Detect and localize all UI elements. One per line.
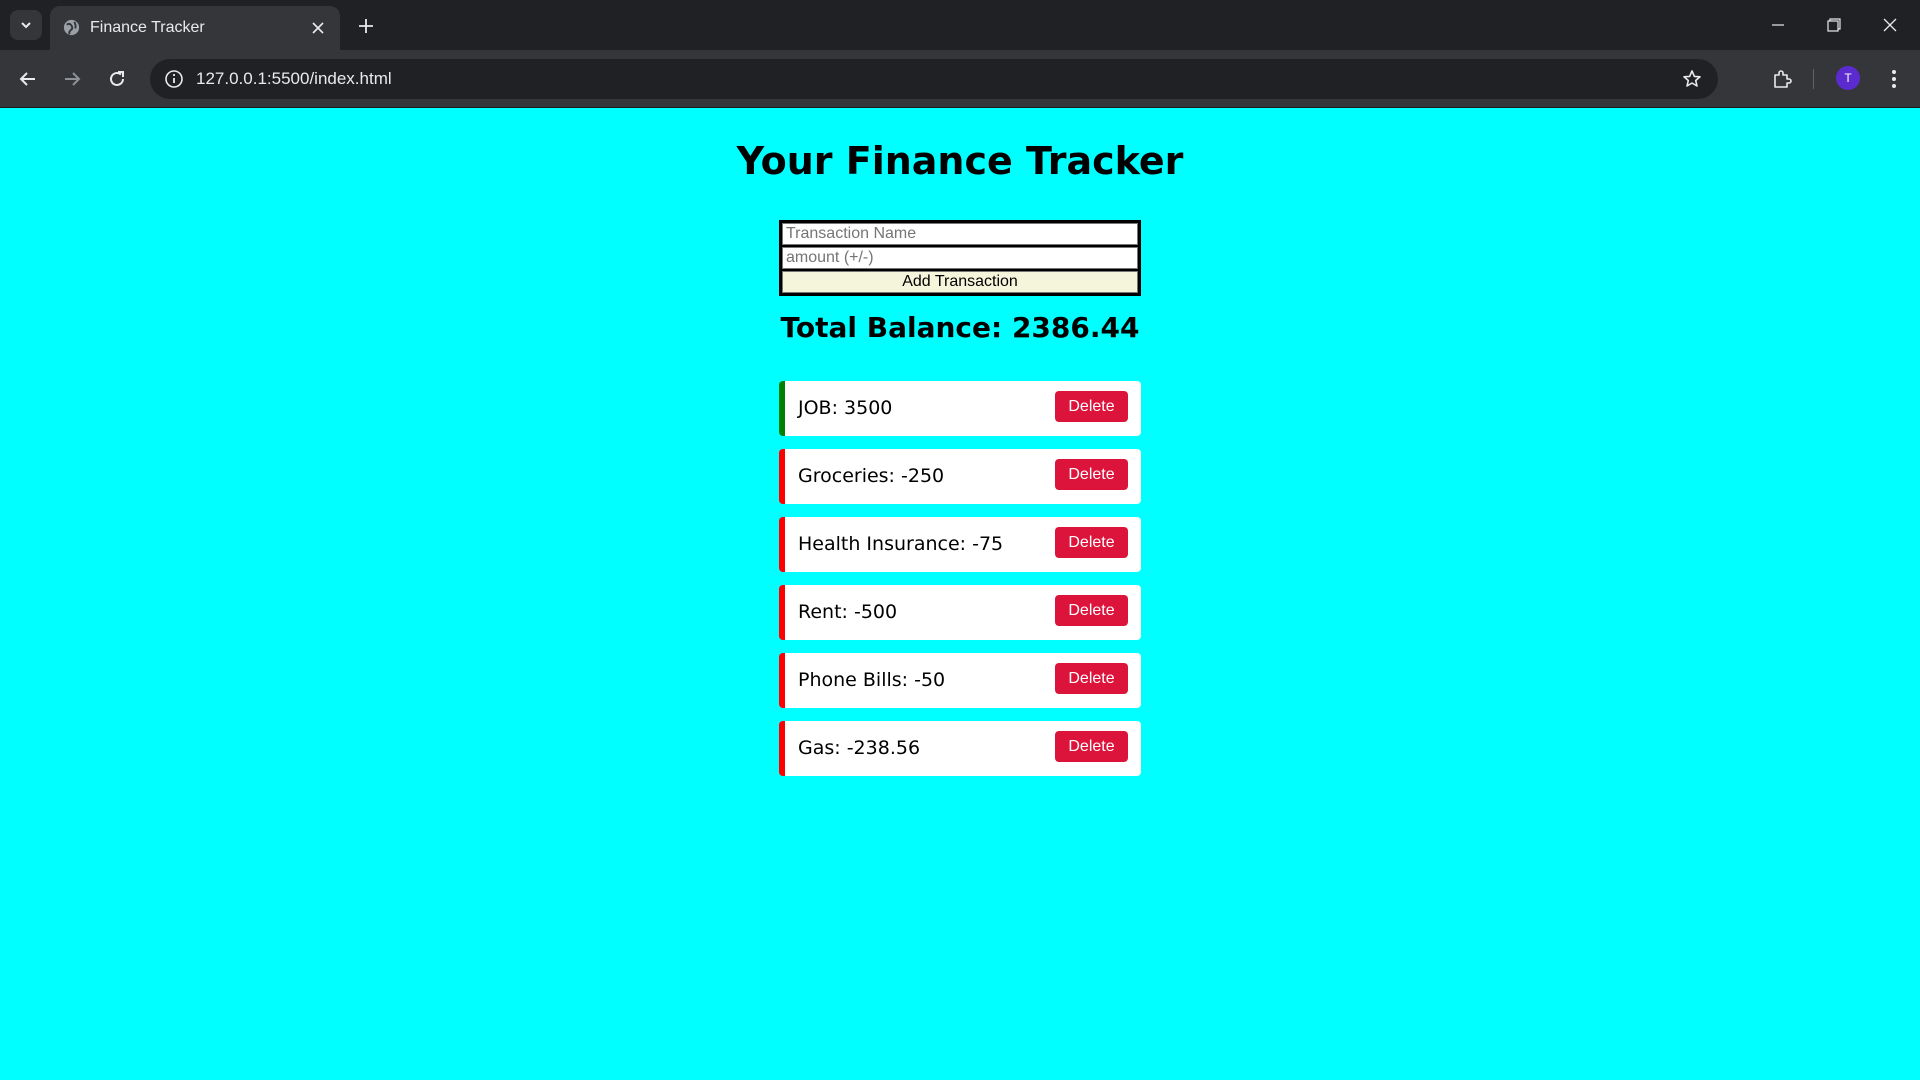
add-transaction-button[interactable]: Add Transaction [782, 271, 1138, 293]
amount-input[interactable] [782, 247, 1138, 269]
page-title: Your Finance Tracker [736, 139, 1184, 183]
back-button[interactable] [12, 63, 44, 95]
forward-icon [65, 72, 81, 86]
close-icon [1883, 18, 1897, 32]
delete-button[interactable]: Delete [1055, 731, 1128, 762]
delete-button[interactable]: Delete [1055, 663, 1128, 694]
delete-button[interactable]: Delete [1055, 595, 1128, 626]
delete-button[interactable]: Delete [1055, 391, 1128, 422]
restore-icon [1827, 18, 1841, 32]
profile-avatar[interactable]: T [1836, 66, 1860, 90]
new-tab-button[interactable] [352, 12, 380, 40]
extensions-icon [1774, 70, 1792, 88]
reload-button[interactable] [101, 63, 133, 95]
transaction-item: Health Insurance: -75 Delete [779, 517, 1141, 572]
transaction-item: Gas: -238.56 Delete [779, 721, 1141, 776]
globe-icon [63, 19, 80, 36]
tab-list-icon [21, 22, 31, 29]
site-info-icon [165, 70, 183, 88]
transaction-form: Add Transaction [779, 220, 1141, 296]
page-body: Your Finance Tracker Add Transaction Tot… [0, 109, 1920, 1080]
transaction-text: Gas: -238.56 [798, 737, 921, 759]
transaction-text: JOB: 3500 [798, 397, 893, 419]
forward-button[interactable] [56, 63, 88, 95]
restore-button[interactable] [1806, 0, 1862, 50]
close-icon [312, 22, 324, 34]
back-icon [19, 72, 35, 86]
transaction-item: JOB: 3500 Delete [779, 381, 1141, 436]
site-info-button[interactable] [162, 67, 186, 91]
total-balance: Total Balance: 2386.44 [780, 311, 1140, 344]
toolbar-divider [1813, 69, 1814, 89]
delete-button[interactable]: Delete [1055, 459, 1128, 490]
minimize-icon [1772, 24, 1784, 26]
minimize-button[interactable] [1750, 0, 1806, 50]
transaction-item: Rent: -500 Delete [779, 585, 1141, 640]
transaction-name-input[interactable] [782, 223, 1138, 245]
transaction-text: Groceries: -250 [798, 465, 945, 487]
transaction-text: Rent: -500 [798, 601, 898, 623]
transaction-list: JOB: 3500 Delete Groceries: -250 Delete … [779, 381, 1141, 776]
transaction-item: Groceries: -250 Delete [779, 449, 1141, 504]
browser-toolbar: 127.0.0.1:5500/index.html [0, 50, 1920, 108]
tab-close-button[interactable] [308, 18, 328, 38]
tab-list-button[interactable] [10, 10, 42, 40]
delete-button[interactable]: Delete [1055, 527, 1128, 558]
browser-menu-button[interactable] [1880, 63, 1908, 95]
transaction-text: Phone Bills: -50 [798, 669, 946, 691]
star-icon [1683, 70, 1701, 87]
extensions-button[interactable] [1766, 63, 1798, 95]
more-icon [1892, 70, 1896, 88]
close-window-button[interactable] [1862, 0, 1918, 50]
transaction-text: Health Insurance: -75 [798, 533, 1004, 555]
reload-icon [110, 71, 124, 86]
browser-tab[interactable]: Finance Tracker [50, 6, 340, 50]
tab-strip: Finance Tracker [0, 0, 1920, 50]
address-bar[interactable]: 127.0.0.1:5500/index.html [150, 59, 1718, 99]
tab-title: Finance Tracker [90, 19, 205, 36]
transaction-item: Phone Bills: -50 Delete [779, 653, 1141, 708]
url-text: 127.0.0.1:5500/index.html [196, 69, 392, 88]
bookmark-button[interactable] [1680, 67, 1704, 91]
plus-icon [359, 19, 373, 33]
